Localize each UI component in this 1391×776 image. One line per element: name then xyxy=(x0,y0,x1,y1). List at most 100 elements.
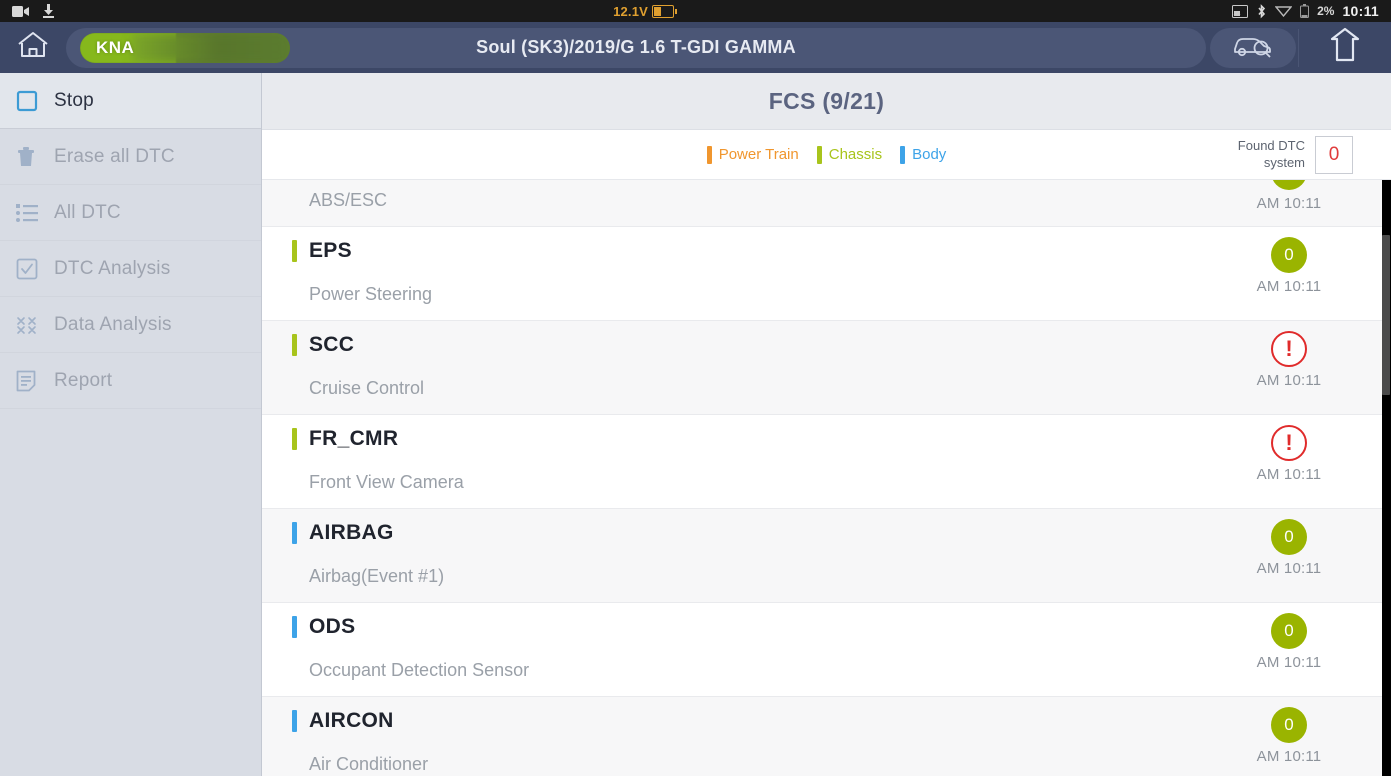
row-timestamp: AM 10:11 xyxy=(1256,195,1322,212)
category-color-bar xyxy=(292,616,297,638)
system-code-line: AIRCON xyxy=(292,709,394,733)
system-code: AIRCON xyxy=(309,709,394,732)
found-dtc-count: 0 xyxy=(1315,135,1353,174)
page-title: FCS (9/21) xyxy=(768,87,885,114)
vehicle-scan-button[interactable] xyxy=(1210,27,1296,68)
sidebar-label-report: Report xyxy=(54,369,113,391)
system-list[interactable]: ABS/ESC 0 AM 10:11 EPS Power Steering 0 AM 10:… xyxy=(262,180,1391,776)
scrollbar-thumb[interactable] xyxy=(1382,235,1390,395)
system-description: Airbag(Event #1) xyxy=(309,566,445,586)
table-row[interactable]: SCC Cruise Control! AM 10:11 xyxy=(262,321,1391,414)
row-timestamp: AM 10:11 xyxy=(1256,748,1322,765)
sidebar-item-data-analysis[interactable]: Data Analysis xyxy=(0,297,261,353)
legend-item-body: Body xyxy=(900,145,947,164)
legend-item-chassis: Chassis xyxy=(816,145,883,164)
legend-color-chassis xyxy=(816,145,822,164)
found-dtc-summary: Found DTC system 0 xyxy=(1238,135,1353,174)
table-row[interactable]: ODS Occupant Detection Sensor 0 AM 10:11 xyxy=(262,603,1391,696)
sidebar-item-erase-all-dtc[interactable]: Erase all DTC xyxy=(0,129,261,185)
status-badge-ok: 0 xyxy=(1271,519,1307,555)
status-badge-error: ! xyxy=(1271,425,1307,461)
battery-percent: 2% xyxy=(1317,4,1335,18)
home-icon xyxy=(16,30,50,65)
system-code: ODS xyxy=(309,615,356,638)
sidebar-item-report[interactable]: Report xyxy=(0,353,261,409)
row-status-group: 0 AM 10:11 xyxy=(1229,707,1349,765)
found-dtc-label: Found DTC system xyxy=(1238,138,1305,171)
video-camera-icon[interactable] xyxy=(12,5,30,18)
clock: 10:11 xyxy=(1342,3,1379,19)
exit-up-arrow-icon xyxy=(1329,27,1361,68)
row-status-group: 0 AM 10:11 xyxy=(1229,613,1349,671)
found-dtc-label-line1: Found DTC xyxy=(1237,138,1305,154)
battery-icon xyxy=(652,4,678,18)
category-color-bar xyxy=(292,240,297,262)
vehicle-scan-icon xyxy=(1231,32,1275,63)
sidebar-label-stop: Stop xyxy=(54,89,94,111)
row-status-group: ! AM 10:11 xyxy=(1229,425,1349,483)
legend-item-power-train: Power Train xyxy=(706,145,799,164)
category-color-bar xyxy=(292,522,297,544)
status-badge-ok: 0 xyxy=(1271,237,1307,273)
legend-color-body xyxy=(900,145,906,164)
system-description: Air Conditioner xyxy=(309,754,429,774)
left-sidebar: Stop Erase all DTC All DTC DTC Analysis … xyxy=(0,73,262,776)
vehicle-model-title: Soul (SK3)/2019/G 1.6 T-GDI GAMMA xyxy=(476,37,796,57)
category-color-bar xyxy=(292,710,297,732)
home-button[interactable] xyxy=(0,22,66,73)
sidebar-item-stop[interactable]: Stop xyxy=(0,73,261,129)
row-status-group: 0 AM 10:11 xyxy=(1229,180,1349,212)
table-row[interactable]: AIRBAG Airbag(Event #1) 0 AM 10:11 xyxy=(262,509,1391,602)
system-code-line: SCC xyxy=(292,333,354,357)
system-code: AIRBAG xyxy=(309,521,394,544)
system-description: Front View Camera xyxy=(309,472,464,492)
row-timestamp: AM 10:11 xyxy=(1256,372,1322,389)
status-badge-ok: 0 xyxy=(1271,613,1307,649)
table-row[interactable]: ABS/ESC 0 AM 10:11 xyxy=(262,180,1391,226)
row-status-group: ! AM 10:11 xyxy=(1229,331,1349,389)
legend-label-body: Body xyxy=(912,146,947,163)
system-code: EPS xyxy=(309,239,352,262)
trash-icon xyxy=(16,146,54,168)
list-icon xyxy=(16,203,54,223)
table-row[interactable]: EPS Power Steering 0 AM 10:11 xyxy=(262,227,1391,320)
table-row[interactable]: AIRCON Air Conditioner 0 AM 10:11 xyxy=(262,697,1391,776)
sidebar-label-all-dtc: All DTC xyxy=(54,201,121,223)
sidebar-label-erase-all-dtc: Erase all DTC xyxy=(54,145,175,167)
legend-bar: Power Train Chassis Body Found DTC syste… xyxy=(262,130,1391,180)
app-title-bar: KNA Soul (SK3)/2019/G 1.6 T-GDI GAMMA xyxy=(0,22,1391,73)
legend-label-power-train: Power Train xyxy=(718,146,799,163)
exit-button[interactable] xyxy=(1299,22,1391,73)
scrollbar-track[interactable] xyxy=(1382,180,1391,776)
system-code-line: AIRBAG xyxy=(292,521,394,545)
sidebar-item-all-dtc[interactable]: All DTC xyxy=(0,185,261,241)
system-description: ABS/ESC xyxy=(309,190,388,210)
system-code-line: FR_CMR xyxy=(292,427,398,451)
row-status-group: 0 AM 10:11 xyxy=(1229,519,1349,577)
vehicle-info-bar: KNA Soul (SK3)/2019/G 1.6 T-GDI GAMMA xyxy=(66,27,1206,68)
system-code: FR_CMR xyxy=(309,427,399,450)
row-timestamp: AM 10:11 xyxy=(1256,278,1322,295)
system-code: SCC xyxy=(309,333,355,356)
voltage-readout: 12.1V xyxy=(613,3,649,19)
document-icon xyxy=(16,370,54,392)
battery-level-icon xyxy=(1300,4,1310,18)
status-badge-ok: 0 xyxy=(1271,180,1307,190)
legend-label-chassis: Chassis xyxy=(828,146,883,163)
category-color-bar xyxy=(292,334,297,356)
sidebar-label-dtc-analysis: DTC Analysis xyxy=(54,257,171,279)
diagnostic-app-window: 12.1V 2% 10:11 KNA Soul (SK3)/2019/G 1.6… xyxy=(0,0,1391,776)
stop-square-icon xyxy=(16,90,54,112)
main-panel: FCS (9/21) Power Train Chassis Body Foun… xyxy=(262,73,1391,776)
row-timestamp: AM 10:11 xyxy=(1256,560,1322,577)
table-row[interactable]: FR_CMR Front View Camera! AM 10:11 xyxy=(262,415,1391,508)
cast-icon xyxy=(1232,4,1249,18)
sidebar-item-dtc-analysis[interactable]: DTC Analysis xyxy=(0,241,261,297)
system-description: Occupant Detection Sensor xyxy=(309,660,530,680)
system-code-line: ODS xyxy=(292,615,355,639)
row-timestamp: AM 10:11 xyxy=(1256,466,1322,483)
download-icon[interactable] xyxy=(42,3,55,19)
status-badge-ok: 0 xyxy=(1271,707,1307,743)
bluetooth-icon xyxy=(1256,3,1267,19)
status-badge-error: ! xyxy=(1271,331,1307,367)
